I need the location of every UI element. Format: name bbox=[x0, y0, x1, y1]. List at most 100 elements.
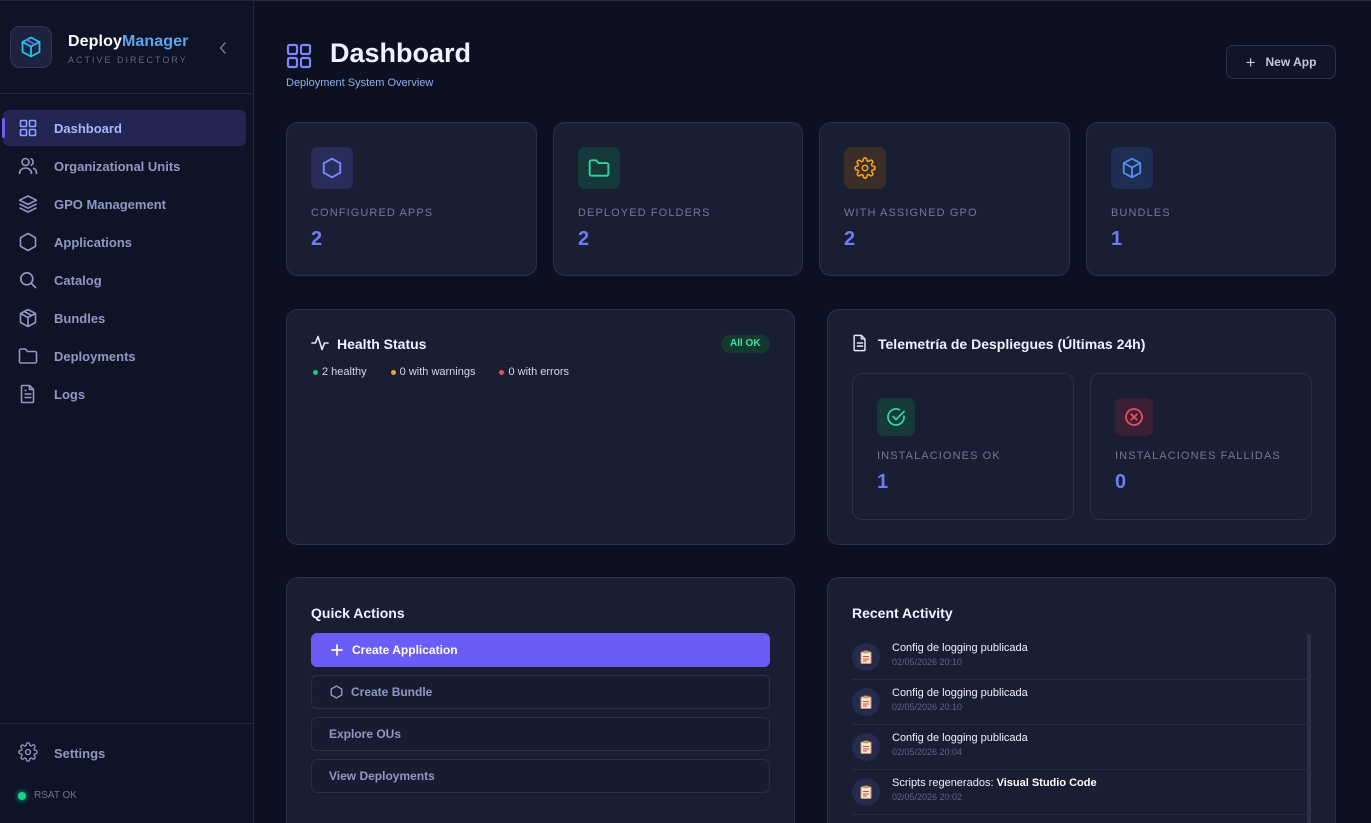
file-text-icon bbox=[18, 384, 38, 404]
check-circle-icon bbox=[877, 398, 915, 436]
collapse-sidebar-button[interactable] bbox=[216, 40, 230, 56]
clipboard-icon bbox=[852, 733, 880, 761]
activity-timestamp: 02/05/2026 20:10 bbox=[892, 657, 963, 667]
stat-value: 2 bbox=[311, 228, 323, 250]
x-circle-icon bbox=[1115, 398, 1153, 436]
explore-ous-button[interactable]: Explore OUs bbox=[311, 717, 770, 751]
cube-logo-icon bbox=[10, 26, 52, 68]
health-status-title: Health Status bbox=[337, 336, 427, 352]
explore-ous-label: Explore OUs bbox=[329, 727, 402, 741]
brand-subtitle: ACTIVE DIRECTORY bbox=[68, 55, 188, 65]
sidebar-item-catalog[interactable]: Catalog bbox=[3, 262, 246, 298]
stat-label: DEPLOYED FOLDERS bbox=[578, 207, 711, 219]
sidebar-item-logs[interactable]: Logs bbox=[3, 376, 246, 412]
activity-text: Scripts regenerados: Visual Studio Code bbox=[892, 777, 1097, 789]
quick-actions-card: Quick Actions Create Application Create … bbox=[286, 577, 795, 823]
page-subtitle: Deployment System Overview bbox=[286, 77, 434, 89]
sidebar-item-gpo-management[interactable]: GPO Management bbox=[3, 186, 246, 222]
stat-card-bundles: BUNDLES 1 bbox=[1086, 122, 1336, 276]
status-dot-icon bbox=[18, 791, 26, 800]
new-app-button[interactable]: + New App bbox=[1226, 45, 1336, 79]
status-badge: All OK bbox=[721, 335, 770, 353]
recent-activity-title: Recent Activity bbox=[852, 605, 953, 621]
settings-label: Settings bbox=[54, 746, 106, 761]
sidebar-footer: Settings RSAT OK bbox=[0, 723, 254, 823]
hexagon-icon bbox=[329, 685, 343, 699]
activity-text: Config de logging publicada bbox=[892, 732, 1028, 744]
activity-timestamp: 02/05/2026 20:02 bbox=[892, 792, 963, 802]
list-item[interactable]: Config de logging publicada 02/05/2026 2… bbox=[852, 635, 1307, 680]
clipboard-icon bbox=[852, 778, 880, 806]
create-bundle-button[interactable]: Create Bundle bbox=[311, 675, 770, 709]
stat-value: 2 bbox=[578, 228, 590, 250]
list-item[interactable]: Scripts regenerados: Visual Studio Code … bbox=[852, 770, 1307, 815]
orange-dot-icon bbox=[390, 369, 396, 375]
sidebar-item-label: Dashboard bbox=[54, 121, 122, 136]
create-application-button[interactable]: Create Application bbox=[311, 633, 770, 667]
activity-list[interactable]: Config de logging publicada 02/05/2026 2… bbox=[852, 635, 1307, 823]
stat-label: BUNDLES bbox=[1111, 207, 1171, 219]
gear-icon bbox=[18, 742, 38, 762]
stat-label: CONFIGURED APPS bbox=[311, 207, 434, 219]
stat-label: WITH ASSIGNED GPO bbox=[844, 207, 978, 219]
sidebar-item-organizational-units[interactable]: Organizational Units bbox=[3, 148, 246, 184]
telemetry-failed-box: INSTALACIONES FALLIDAS 0 bbox=[1090, 373, 1312, 520]
grid-icon bbox=[286, 43, 312, 69]
sidebar-item-label: Logs bbox=[54, 387, 86, 402]
folder-icon bbox=[578, 147, 620, 189]
create-application-label: Create Application bbox=[352, 643, 458, 657]
health-warnings: 0 with warnings bbox=[390, 366, 475, 378]
sidebar: DeployManager ACTIVE DIRECTORY Dashboard… bbox=[0, 0, 254, 823]
brand-name: DeployManager bbox=[68, 33, 189, 50]
sidebar-item-deployments[interactable]: Deployments bbox=[3, 338, 246, 374]
sidebar-item-settings[interactable]: Settings bbox=[3, 735, 246, 771]
plus-icon bbox=[330, 643, 344, 657]
view-deployments-button[interactable]: View Deployments bbox=[311, 759, 770, 793]
red-dot-icon bbox=[499, 369, 505, 375]
sidebar-item-label: Organizational Units bbox=[54, 159, 181, 174]
hexagon-icon bbox=[311, 147, 353, 189]
list-item[interactable]: Config de logging publicada 02/05/2026 2… bbox=[852, 725, 1307, 770]
sidebar-item-applications[interactable]: Applications bbox=[3, 224, 246, 260]
telemetry-title: Telemetría de Despliegues (Últimas 24h) bbox=[878, 336, 1146, 352]
health-healthy: 2 healthy bbox=[313, 366, 367, 378]
page-title: Dashboard bbox=[330, 38, 472, 68]
sidebar-item-label: Catalog bbox=[54, 273, 102, 288]
list-item[interactable]: Config de logging publicada 02/05/2026 2… bbox=[852, 680, 1307, 725]
folder-icon bbox=[18, 346, 38, 366]
package-icon bbox=[1111, 147, 1153, 189]
new-app-label: New App bbox=[1265, 55, 1317, 69]
activity-scrollbar[interactable] bbox=[1307, 634, 1311, 823]
telemetry-card: Telemetría de Despliegues (Últimas 24h) … bbox=[827, 309, 1336, 545]
telemetry-ok-label: INSTALACIONES OK bbox=[877, 450, 1001, 462]
gear-icon bbox=[844, 147, 886, 189]
package-icon bbox=[18, 308, 38, 328]
file-text-icon bbox=[852, 334, 870, 352]
clipboard-icon bbox=[852, 643, 880, 671]
health-errors: 0 with errors bbox=[499, 366, 569, 378]
search-icon bbox=[18, 270, 38, 290]
recent-activity-card: Recent Activity Config de logging public… bbox=[827, 577, 1336, 823]
telemetry-failed-value: 0 bbox=[1115, 471, 1127, 493]
stat-card-deployed-folders: DEPLOYED FOLDERS 2 bbox=[553, 122, 803, 276]
stat-card-configured-apps: CONFIGURED APPS 2 bbox=[286, 122, 537, 276]
health-summary: 2 healthy 0 with warnings 0 with errors bbox=[313, 366, 593, 378]
sidebar-item-label: Bundles bbox=[54, 311, 106, 326]
stat-value: 2 bbox=[844, 228, 856, 250]
activity-text: Config de logging publicada bbox=[892, 687, 1028, 699]
activity-timestamp: 02/05/2026 20:04 bbox=[892, 747, 963, 757]
stat-value: 1 bbox=[1111, 228, 1123, 250]
telemetry-ok-value: 1 bbox=[877, 471, 889, 493]
create-bundle-label: Create Bundle bbox=[351, 685, 433, 699]
activity-text: Config de logging publicada bbox=[892, 642, 1028, 654]
brand-header: DeployManager ACTIVE DIRECTORY bbox=[0, 1, 253, 94]
health-status-card: Health Status All OK 2 healthy 0 with wa… bbox=[286, 309, 795, 545]
sidebar-item-label: Deployments bbox=[54, 349, 136, 364]
layers-icon bbox=[18, 194, 38, 214]
quick-actions-title: Quick Actions bbox=[311, 605, 405, 621]
main-content: Dashboard Deployment System Overview + N… bbox=[254, 0, 1371, 823]
activity-timestamp: 02/05/2026 20:10 bbox=[892, 702, 963, 712]
sidebar-item-dashboard[interactable]: Dashboard bbox=[2, 110, 246, 146]
sidebar-item-bundles[interactable]: Bundles bbox=[3, 300, 246, 336]
users-icon bbox=[18, 156, 38, 176]
